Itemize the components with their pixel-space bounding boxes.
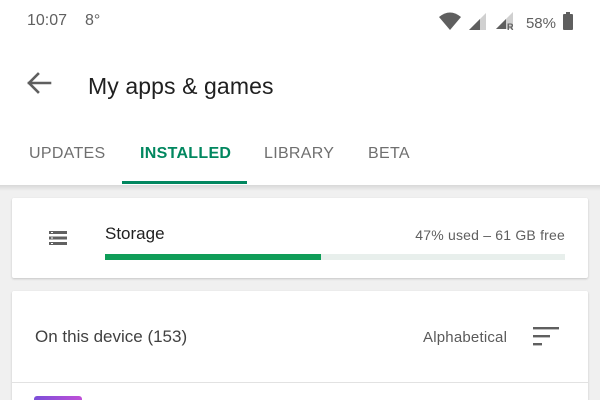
roaming-label: R (506, 22, 514, 32)
status-icons: R 58% (438, 10, 574, 37)
app-list-item[interactable] (12, 384, 588, 400)
sort-button[interactable] (530, 323, 562, 351)
storage-card[interactable]: Storage 47% used – 61 GB free (12, 198, 588, 278)
status-bar: 10:07 8° R 58% (0, 0, 600, 44)
status-temperature: 8° (85, 12, 101, 29)
active-tab-indicator (122, 181, 247, 184)
sort-icon (530, 327, 562, 355)
app-header: 10:07 8° R 58% My apps & games UPDATES I… (0, 0, 600, 185)
signal-icon (468, 11, 488, 36)
battery-icon (562, 11, 574, 36)
tab-installed[interactable]: INSTALLED (140, 145, 231, 163)
toolbar: My apps & games (0, 58, 600, 114)
device-card: On this device (153) Alphabetical (12, 291, 588, 400)
storage-stats: 47% used – 61 GB free (415, 227, 565, 243)
status-time: 10:07 (27, 12, 68, 29)
tab-library[interactable]: LIBRARY (264, 145, 334, 163)
sort-label[interactable]: Alphabetical (423, 329, 507, 346)
app-icon (34, 396, 82, 400)
page-title: My apps & games (88, 73, 274, 99)
battery-percent: 58% (525, 15, 556, 32)
arrow-back-icon (25, 69, 53, 102)
storage-icon (48, 230, 68, 246)
tabs-shadow (0, 185, 600, 191)
back-button[interactable] (22, 68, 56, 102)
storage-progress-fill (105, 254, 322, 260)
device-title: On this device (153) (35, 327, 188, 346)
storage-label: Storage (105, 224, 165, 243)
signal-roaming-icon: R (494, 10, 516, 37)
wifi-icon (438, 11, 462, 36)
tab-beta[interactable]: BETA (368, 145, 410, 163)
device-header: On this device (153) Alphabetical (12, 291, 588, 383)
tab-updates[interactable]: UPDATES (29, 145, 105, 163)
tab-bar: UPDATES INSTALLED LIBRARY BETA (0, 132, 600, 185)
storage-progress-bar (105, 254, 565, 260)
